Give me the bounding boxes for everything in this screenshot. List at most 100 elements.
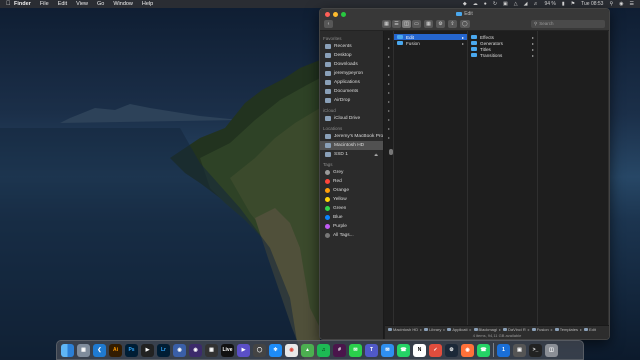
column-empty[interactable] [538,31,609,325]
tag-button[interactable]: ◯ [460,19,470,28]
sidebar-tag-red[interactable]: Red [320,177,383,186]
dock-slack-icon[interactable]: # [333,343,346,357]
sidebar-item-applications[interactable]: Applications [320,78,383,87]
apple-icon[interactable]:  [6,1,14,7]
dock-compressor-icon[interactable]: ▦ [205,343,218,357]
menu-app-finder[interactable]: Finder [14,1,31,7]
scrollbar[interactable] [389,149,393,155]
column-collapsed[interactable]: ▸ ▸ ▸ ▸ ▸ ▸ ▸ ▸ ▸ ▸ ▸ ▸ [385,31,394,325]
dock-lightroom-icon[interactable]: Lr [157,343,170,357]
sidebar-item-airdrop[interactable]: AirDrop [320,96,383,105]
sidebar-item-home[interactable]: jeremypeyron [320,69,383,78]
volume-icon[interactable]: ♬ [533,1,538,7]
siri-icon[interactable]: ◉ [619,1,623,7]
list-view-button[interactable]: ☰ [392,19,401,28]
dock-finalcut-icon[interactable]: ▶ [141,343,154,357]
column-view-button[interactable]: ◫ [402,19,411,28]
sidebar-tag-all[interactable]: All Tags... [320,231,383,240]
bluetooth-icon[interactable]: △ [514,1,518,7]
dock-terminal-icon[interactable]: >_ [529,343,542,357]
dock-firefox-icon[interactable]: ◉ [461,343,474,357]
battery-icon[interactable]: ▮ [562,1,565,7]
group-button[interactable]: ▦ [424,19,433,28]
action-button[interactable]: ⚙ [436,19,445,28]
sync-icon[interactable]: ↻ [493,1,497,7]
clock[interactable]: Tue 08:53 [581,1,603,7]
dock-finder-icon[interactable] [61,343,74,357]
dock-live-icon[interactable]: Live [221,343,234,357]
flag-icon[interactable]: ⚑ [571,1,575,7]
search-icon[interactable]: ⚲ [609,1,613,7]
path-segment[interactable]: Applicati [447,327,468,332]
sidebar-tag-green[interactable]: Green [320,204,383,213]
dock-tasks-icon[interactable]: ✓ [429,343,442,357]
dock-launchpad-icon[interactable]: ▦ [77,343,90,357]
dock-messages-icon[interactable]: ✉ [349,343,362,357]
eject-icon[interactable]: ⏏ [374,152,378,157]
menu-window[interactable]: Window [113,1,133,7]
sidebar-item-desktop[interactable]: Desktop [320,51,383,60]
back-button[interactable]: ‹ [324,19,333,28]
gallery-view-button[interactable]: ▭ [412,19,421,28]
path-segment[interactable]: Library [424,327,441,332]
sidebar-item-label: Downloads [334,62,358,67]
battery-percent[interactable]: 94 % [544,1,555,7]
dock-1password-icon[interactable]: 1 [497,343,510,357]
sidebar-item-recents[interactable]: Recents [320,42,383,51]
list-item-transitions[interactable]: Transitions ▸ [468,52,537,58]
sidebar-item-icloud-drive[interactable]: iCloud Drive [320,114,383,123]
path-segment[interactable]: DaVinci R [503,327,526,332]
dock-player-icon[interactable]: ▶ [237,343,250,357]
record-icon[interactable]: ● [484,1,487,7]
list-item-fusion[interactable]: Fusion ▸ [394,40,467,46]
dropbox-icon[interactable]: ◆ [463,1,467,7]
dock-motion-icon[interactable]: ◉ [189,343,202,357]
dock-maps-icon[interactable]: ▲ [301,343,314,357]
menu-edit[interactable]: Edit [58,1,67,7]
dock-whatsapp-icon[interactable]: ☎ [397,343,410,357]
dock-mail-icon[interactable]: ✉ [381,343,394,357]
path-segment[interactable]: Edit [584,327,596,332]
sidebar-tag-grey[interactable]: Grey [320,168,383,177]
icon-view-button[interactable]: ▦ [382,19,391,28]
sidebar-tag-orange[interactable]: Orange [320,186,383,195]
search-field[interactable]: ⚲ Search [531,19,605,28]
dock-illustrator-icon[interactable]: Ai [109,343,122,357]
dock-trash-icon[interactable]: ◫ [545,343,558,357]
dock-steam-icon[interactable]: ⚙ [445,343,458,357]
sidebar-item-downloads[interactable]: Downloads [320,60,383,69]
path-segment[interactable]: Blackmagi [473,327,497,332]
notification-center-icon[interactable]: ☰ [630,1,634,7]
title-bar[interactable]: Edit ‹ ▦ ☰ ◫ ▭ ▦ ⚙ ⇧ ◯ ⚲ Search [320,9,609,31]
sidebar-item-macintosh-hd[interactable]: Macintosh HD [320,141,383,150]
dock-vscode-icon[interactable]: ❮ [93,343,106,357]
sidebar-item-macbook[interactable]: Jeremy's MacBook Pro [320,132,383,141]
sidebar-item-ssd[interactable]: SSD 1 ⏏ [320,150,383,159]
dock-notion-icon[interactable]: N [413,343,426,357]
sidebar-tag-purple[interactable]: Purple [320,222,383,231]
dock-sync-icon[interactable]: ◯ [253,343,266,357]
dock-teams-icon[interactable]: T [365,343,378,357]
sidebar-item-documents[interactable]: Documents [320,87,383,96]
display-icon[interactable]: ▣ [503,1,508,7]
dock-safari-icon[interactable]: ✻ [269,343,282,357]
path-segment[interactable]: Fusion [531,327,549,332]
cloud-icon[interactable]: ☁ [473,1,478,7]
sidebar-tag-yellow[interactable]: Yellow [320,195,383,204]
menu-view[interactable]: View [76,1,88,7]
dock-photoshop-icon[interactable]: Ps [125,343,138,357]
menu-go[interactable]: Go [97,1,104,7]
share-button[interactable]: ⇧ [448,19,457,28]
path-segment[interactable]: Templates [554,327,578,332]
path-segment[interactable]: Macintosh HD [388,327,418,332]
dock-chrome-icon[interactable]: ◉ [285,343,298,357]
sidebar-tag-blue[interactable]: Blue [320,213,383,222]
menu-help[interactable]: Help [142,1,153,7]
wifi-icon[interactable]: ◢ [524,1,528,7]
dock-resolve-icon[interactable]: ◉ [173,343,186,357]
dock-preview-icon[interactable]: ▣ [513,343,526,357]
dock-spotify-icon[interactable]: ♫ [317,343,330,357]
dock-whatsapp-alt-icon[interactable]: ☎ [477,343,490,357]
menu-file[interactable]: File [40,1,49,7]
chevron-right-icon: ▸ [387,63,390,68]
